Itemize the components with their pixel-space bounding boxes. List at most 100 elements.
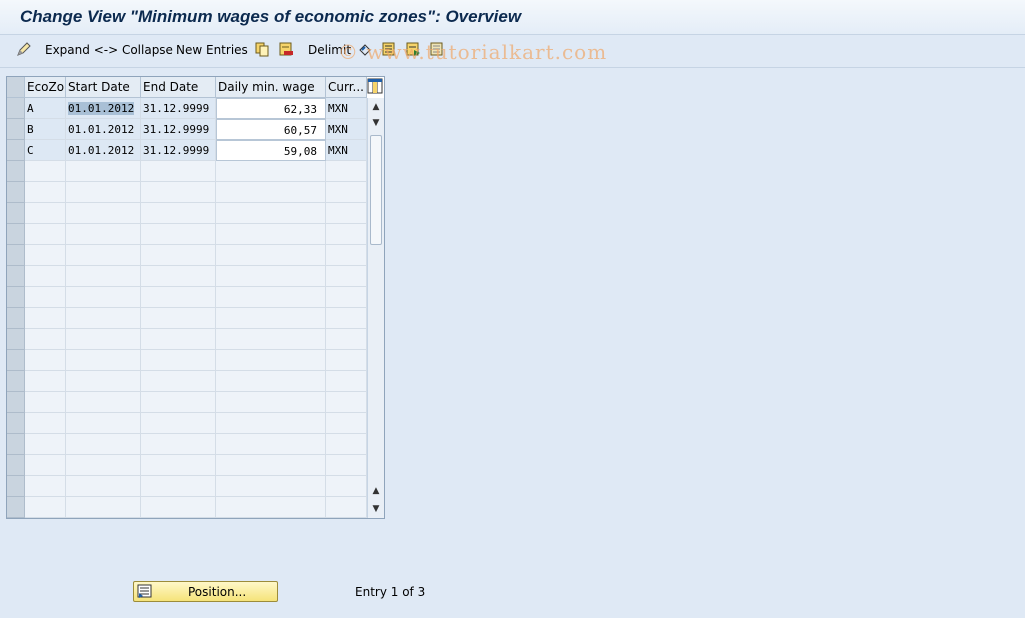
empty-cell <box>326 497 367 518</box>
empty-cell <box>25 182 66 203</box>
row-selector[interactable] <box>7 350 25 371</box>
empty-cell <box>326 161 367 182</box>
row-selector[interactable] <box>7 203 25 224</box>
position-button-label: Position... <box>188 585 247 599</box>
row-selector[interactable] <box>7 497 25 518</box>
row-selector[interactable] <box>7 413 25 434</box>
row-selector[interactable] <box>7 476 25 497</box>
row-selector[interactable] <box>7 308 25 329</box>
deselect-all-icon[interactable] <box>429 41 445 57</box>
empty-cell <box>216 434 326 455</box>
empty-cell <box>66 245 141 266</box>
empty-cell <box>66 392 141 413</box>
empty-cell <box>141 182 216 203</box>
cell-currency: MXN <box>326 119 367 140</box>
col-header-ecozone[interactable]: EcoZo <box>25 77 66 98</box>
empty-cell <box>66 224 141 245</box>
row-selector[interactable] <box>7 266 25 287</box>
cell-currency: MXN <box>326 98 367 119</box>
empty-cell <box>66 308 141 329</box>
empty-cell <box>326 266 367 287</box>
wages-table: EcoZo Start Date End Date Daily min. wag… <box>6 76 385 519</box>
empty-cell <box>216 350 326 371</box>
empty-cell <box>25 161 66 182</box>
empty-cell <box>141 161 216 182</box>
row-selector[interactable] <box>7 371 25 392</box>
empty-cell <box>326 287 367 308</box>
empty-cell <box>141 455 216 476</box>
empty-cell <box>216 371 326 392</box>
empty-cell <box>216 245 326 266</box>
undo-change-icon[interactable] <box>357 41 373 57</box>
application-toolbar: Expand <-> Collapse New Entries Delimit <box>0 35 1025 68</box>
row-selector[interactable] <box>7 329 25 350</box>
empty-cell <box>141 287 216 308</box>
new-entries-button[interactable]: New Entries <box>176 43 248 57</box>
empty-cell <box>66 371 141 392</box>
column-settings-icon[interactable] <box>367 78 383 95</box>
empty-cell <box>25 329 66 350</box>
empty-cell <box>216 476 326 497</box>
empty-cell <box>25 224 66 245</box>
position-icon <box>137 584 152 598</box>
cell-daily-wage-input[interactable]: 62,33 <box>216 98 326 119</box>
cell-daily-wage-input[interactable]: 60,57 <box>216 119 326 140</box>
empty-cell <box>66 434 141 455</box>
row-selector[interactable] <box>7 98 25 119</box>
delete-icon[interactable] <box>278 41 294 57</box>
empty-cell <box>326 455 367 476</box>
scroll-page-down-icon[interactable]: ▼ <box>370 502 382 516</box>
empty-cell <box>216 203 326 224</box>
col-header-end-date[interactable]: End Date <box>141 77 216 98</box>
empty-cell <box>216 497 326 518</box>
select-all-icon[interactable] <box>381 41 397 57</box>
scroll-down-icon[interactable]: ▼ <box>370 116 382 130</box>
empty-cell <box>326 308 367 329</box>
empty-cell <box>66 497 141 518</box>
scroll-page-up-icon[interactable]: ▲ <box>370 484 382 498</box>
cell-ecozone: C <box>25 140 66 161</box>
row-selector[interactable] <box>7 161 25 182</box>
empty-cell <box>141 434 216 455</box>
empty-cell <box>141 245 216 266</box>
col-header-currency[interactable]: Curr... <box>326 77 367 98</box>
edit-pencil-icon[interactable] <box>16 41 32 57</box>
empty-cell <box>326 203 367 224</box>
row-selector[interactable] <box>7 434 25 455</box>
row-selector[interactable] <box>7 245 25 266</box>
scroll-up-icon[interactable]: ▲ <box>370 100 382 114</box>
empty-cell <box>326 245 367 266</box>
position-button[interactable]: Position... <box>133 581 278 602</box>
vertical-scrollbar[interactable]: ▲ ▼ ▲ ▼ <box>367 98 384 518</box>
entry-counter: Entry 1 of 3 <box>355 585 426 599</box>
empty-cell <box>141 413 216 434</box>
cell-end-date: 31.12.9999 <box>141 119 216 140</box>
select-block-icon[interactable] <box>405 41 421 57</box>
row-selector[interactable] <box>7 182 25 203</box>
empty-cell <box>66 287 141 308</box>
cell-end-date: 31.12.9999 <box>141 98 216 119</box>
col-header-daily-min-wage[interactable]: Daily min. wage <box>216 77 326 98</box>
empty-cell <box>66 350 141 371</box>
empty-cell <box>25 287 66 308</box>
row-selector[interactable] <box>7 140 25 161</box>
delimit-button[interactable]: Delimit <box>308 43 351 57</box>
scroll-thumb[interactable] <box>370 135 382 245</box>
row-selector[interactable] <box>7 455 25 476</box>
cell-start-date: 01.01.2012 <box>66 140 141 161</box>
cell-currency: MXN <box>326 140 367 161</box>
copy-icon[interactable] <box>254 41 270 57</box>
row-selector[interactable] <box>7 119 25 140</box>
empty-cell <box>25 371 66 392</box>
row-selector[interactable] <box>7 224 25 245</box>
empty-cell <box>141 266 216 287</box>
cell-start-date: 01.01.2012 <box>66 119 141 140</box>
empty-cell <box>25 266 66 287</box>
row-selector[interactable] <box>7 287 25 308</box>
select-all-rows-corner[interactable] <box>7 77 25 98</box>
cell-daily-wage-input[interactable]: 59,08 <box>216 140 326 161</box>
row-selector[interactable] <box>7 392 25 413</box>
col-header-start-date[interactable]: Start Date <box>66 77 141 98</box>
expand-collapse-button[interactable]: Expand <-> Collapse <box>45 43 173 57</box>
empty-cell <box>25 455 66 476</box>
